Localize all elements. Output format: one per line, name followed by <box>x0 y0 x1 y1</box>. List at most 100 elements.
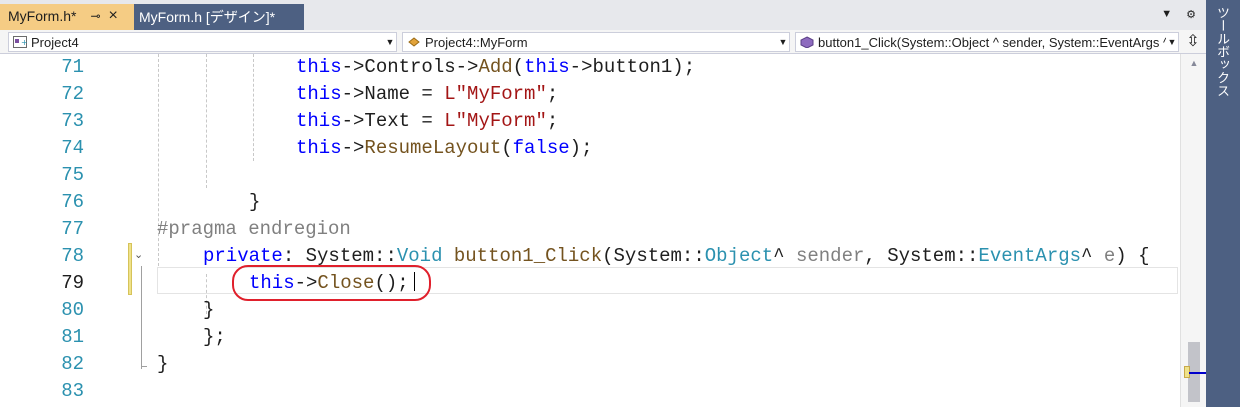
tab-strip-actions: ▼ ⚙ <box>1161 8 1196 21</box>
toolbox-panel[interactable]: ツールボックス <box>1206 0 1240 407</box>
line-number: 75 <box>61 164 84 186</box>
code-token: L"MyForm" <box>444 83 547 105</box>
toolbox-label: ツールボックス <box>1214 6 1229 97</box>
code-token: Object <box>704 245 774 267</box>
line-number: 72 <box>61 83 84 105</box>
code-token: e <box>1103 245 1116 267</box>
line-number: 76 <box>61 191 84 213</box>
project-dropdown[interactable]: + Project4 ▼ <box>8 32 397 52</box>
code-token: L"MyForm" <box>444 110 547 132</box>
tab-label: MyForm.h* <box>8 8 77 24</box>
code-token: ->Text = <box>341 110 445 132</box>
code-token: ) { <box>1115 245 1150 267</box>
code-line[interactable]: 80} <box>0 297 1180 324</box>
code-token: this <box>296 83 342 105</box>
code-token: button1_Click <box>453 245 603 267</box>
code-line[interactable]: 72 this->Name = L"MyForm"; <box>0 81 1180 108</box>
line-number: 74 <box>61 137 84 159</box>
code-line[interactable]: 75 <box>0 162 1180 189</box>
code-token: } <box>157 353 169 375</box>
line-number: 80 <box>61 299 84 321</box>
split-window-icon[interactable]: ⇳ <box>1183 32 1203 52</box>
tab-myform-design[interactable]: MyForm.h [デザイン]* <box>134 4 304 30</box>
code-line[interactable]: 79 this->Close(); <box>0 270 1180 297</box>
line-number: 81 <box>61 326 84 348</box>
code-line[interactable]: 71 this->Controls->Add(this->button1); <box>0 54 1180 81</box>
line-number: 82 <box>61 353 84 375</box>
line-number: 77 <box>61 218 84 240</box>
code-line[interactable]: 76} <box>0 189 1180 216</box>
code-line[interactable]: 73 this->Text = L"MyForm"; <box>0 108 1180 135</box>
code-token: this <box>296 110 342 132</box>
chevron-down-icon: ▼ <box>385 37 395 47</box>
code-token: ^ <box>1081 245 1104 267</box>
code-token: this <box>249 272 295 294</box>
code-token: (); <box>374 272 409 294</box>
code-token: } <box>249 191 261 213</box>
method-icon <box>800 36 814 48</box>
code-token: Void <box>396 245 443 267</box>
code-token: ResumeLayout <box>364 137 502 159</box>
code-token: this <box>296 137 342 159</box>
line-number: 71 <box>61 56 84 78</box>
code-token: : System:: <box>282 245 397 267</box>
code-token: ; <box>546 110 559 132</box>
line-number: 73 <box>61 110 84 132</box>
member-dropdown[interactable]: button1_Click(System::Object ^ sender, S… <box>795 32 1179 52</box>
document-tab-strip: MyForm.h* ⊸ × MyForm.h [デザイン]* ▼ ⚙ <box>0 0 1206 30</box>
code-token: private <box>203 245 283 267</box>
code-token: this <box>296 56 342 78</box>
project-icon: + <box>13 36 27 48</box>
code-line[interactable]: 82} <box>0 351 1180 378</box>
line-number: 83 <box>61 380 84 402</box>
code-text: this->ResumeLayout(false); <box>296 135 592 162</box>
chevron-down-icon: ▼ <box>1167 37 1177 47</box>
code-text: this->Text = L"MyForm"; <box>296 108 558 135</box>
code-text: this->Close(); <box>249 270 409 297</box>
member-name: button1_Click(System::Object ^ sender, S… <box>818 34 1166 50</box>
class-name: Project4::MyForm <box>425 34 528 50</box>
code-text: this->Controls->Add(this->button1); <box>296 54 695 81</box>
class-dropdown[interactable]: Project4::MyForm ▼ <box>402 32 790 52</box>
tab-list-dropdown-icon[interactable]: ▼ <box>1161 8 1172 21</box>
code-token: -> <box>341 137 365 159</box>
svg-text:+: + <box>21 38 27 47</box>
code-token: this <box>524 56 570 78</box>
code-text: }; <box>203 324 226 351</box>
tab-label: MyForm.h [デザイン]* <box>139 9 276 25</box>
code-line[interactable]: 74 this->ResumeLayout(false); <box>0 135 1180 162</box>
code-line[interactable]: 81}; <box>0 324 1180 351</box>
code-token: false <box>512 137 570 159</box>
close-icon[interactable]: × <box>109 8 118 24</box>
code-token: }; <box>203 326 226 348</box>
code-token: ->Name = <box>341 83 445 105</box>
line-number: 79 <box>61 272 84 294</box>
code-editor[interactable]: ⌄ 71 this->Controls->Add(this->button1); 7… <box>0 54 1180 407</box>
code-text: } <box>249 189 260 216</box>
pin-icon[interactable]: ⊸ <box>90 9 100 23</box>
vertical-scrollbar[interactable]: ▲ <box>1180 54 1207 407</box>
code-line[interactable]: 78 private: System::Void button1_Click(Sy… <box>0 243 1180 270</box>
code-token: (System:: <box>602 245 705 267</box>
code-token: ->button1); <box>569 56 696 78</box>
caret-position-marker <box>1189 372 1207 374</box>
code-token: ->Controls-> <box>341 56 479 78</box>
code-text: } <box>157 351 168 378</box>
code-text: this->Name = L"MyForm"; <box>296 81 558 108</box>
code-text: } <box>203 297 214 324</box>
gear-icon[interactable]: ⚙ <box>1186 8 1196 21</box>
code-token: , System:: <box>864 245 979 267</box>
code-token: Close <box>317 272 375 294</box>
code-text: private: System::Void button1_Click(Syst… <box>203 243 1149 270</box>
scroll-up-icon[interactable]: ▲ <box>1181 58 1207 68</box>
code-line[interactable]: 83 <box>0 378 1180 405</box>
project-name: Project4 <box>31 34 79 50</box>
code-token: ); <box>569 137 593 159</box>
line-number: 78 <box>61 245 84 267</box>
code-text: #pragma endregion <box>157 216 351 243</box>
code-token: ^ <box>773 245 796 267</box>
tab-myform-h[interactable]: MyForm.h* ⊸ × <box>0 4 134 30</box>
code-token: #pragma endregion <box>157 218 351 240</box>
code-line[interactable]: 77 #pragma endregion <box>0 216 1180 243</box>
